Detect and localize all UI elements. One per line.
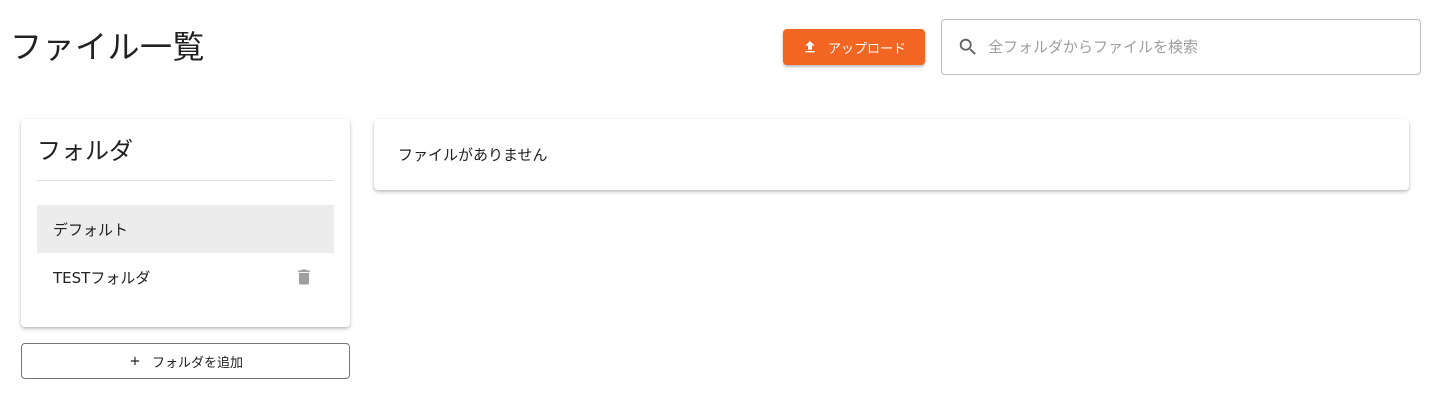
add-folder-label: フォルダを追加	[151, 355, 243, 371]
trash-icon[interactable]	[294, 266, 314, 288]
upload-button-label: アップロード	[827, 41, 906, 57]
folder-item-test[interactable]: TESTフォルダ	[37, 253, 334, 301]
add-folder-button[interactable]: フォルダを追加	[21, 343, 350, 379]
upload-icon	[805, 41, 815, 53]
file-list-panel: ファイルがありません	[374, 119, 1409, 190]
folder-item-label: デフォルト	[53, 220, 129, 239]
upload-button[interactable]: アップロード	[783, 29, 925, 65]
search-icon	[959, 38, 976, 55]
page-title: ファイル一覧	[10, 28, 206, 66]
search-field[interactable]	[941, 19, 1421, 75]
divider	[37, 180, 334, 181]
search-input[interactable]	[988, 38, 1408, 56]
plus-icon	[130, 356, 140, 366]
folder-panel-title: フォルダ	[37, 137, 133, 165]
folder-item-label: TESTフォルダ	[53, 268, 151, 287]
folder-item-default[interactable]: デフォルト	[37, 205, 334, 253]
folder-panel: フォルダ デフォルト TESTフォルダ	[21, 119, 350, 327]
empty-message: ファイルがありません	[398, 146, 548, 164]
